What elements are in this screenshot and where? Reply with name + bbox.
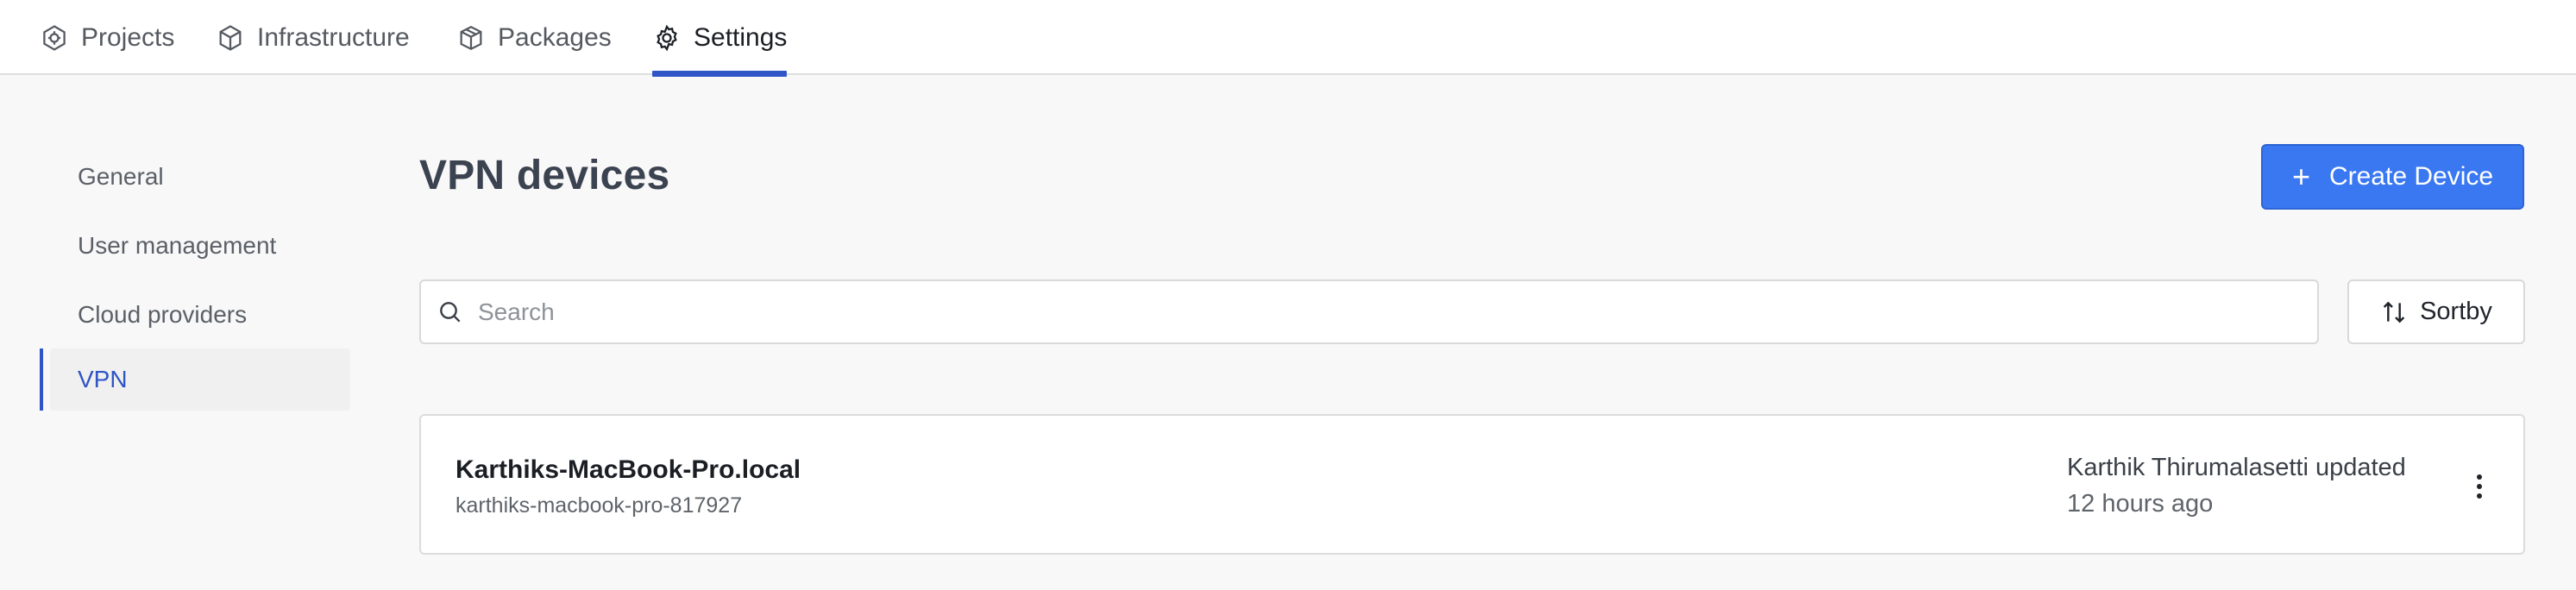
tab-projects-label: Projects bbox=[81, 22, 175, 52]
sort-button-label: Sortby bbox=[2420, 298, 2492, 325]
sidebar-item-user-management[interactable]: User management bbox=[40, 215, 350, 277]
tab-packages[interactable]: Packages bbox=[456, 0, 612, 75]
create-device-label: Create Device bbox=[2328, 162, 2494, 191]
search-input[interactable] bbox=[478, 286, 2317, 338]
device-updated-at: 12 hours ago bbox=[2067, 490, 2214, 518]
box-icon bbox=[460, 25, 482, 50]
sidebar-item-label: User management bbox=[78, 232, 277, 259]
page-title: VPN devices bbox=[419, 153, 670, 198]
sidebar-item-label: Cloud providers bbox=[78, 301, 248, 328]
sidebar-item-general[interactable]: General bbox=[40, 146, 350, 208]
plus-icon: + bbox=[2291, 159, 2310, 194]
search-icon bbox=[440, 301, 461, 323]
tab-settings[interactable]: Settings bbox=[652, 0, 788, 77]
tab-infrastructure-label: Infrastructure bbox=[257, 22, 410, 52]
kebab-menu-icon[interactable] bbox=[2462, 468, 2497, 505]
tab-settings-label: Settings bbox=[694, 22, 788, 52]
device-card[interactable]: Karthiks-MacBook-Pro.local karthiks-macb… bbox=[419, 414, 2525, 555]
sidebar-item-cloud-providers[interactable]: Cloud providers bbox=[40, 284, 350, 346]
sort-arrows-icon bbox=[2383, 301, 2405, 323]
active-tab-indicator bbox=[652, 71, 788, 77]
device-slug: karthiks-macbook-pro-817927 bbox=[456, 493, 743, 518]
sidebar-item-vpn[interactable]: VPN bbox=[50, 348, 350, 411]
sidebar-item-label: General bbox=[78, 163, 164, 190]
tab-infrastructure[interactable]: Infrastructure bbox=[216, 0, 410, 75]
device-name: Karthiks-MacBook-Pro.local bbox=[456, 455, 801, 484]
hexagon-gear-icon bbox=[43, 24, 66, 51]
sidebar-item-label: VPN bbox=[78, 366, 128, 392]
sidebar-active-indicator bbox=[40, 348, 43, 411]
gear-icon bbox=[657, 24, 677, 51]
sort-button[interactable]: Sortby bbox=[2347, 279, 2525, 344]
create-device-button[interactable]: + Create Device bbox=[2261, 144, 2524, 210]
device-updated-by: Karthik Thirumalasetti updated bbox=[2067, 454, 2406, 481]
search-box[interactable] bbox=[419, 279, 2319, 344]
cube-icon bbox=[219, 24, 242, 51]
tab-projects[interactable]: Projects bbox=[40, 0, 174, 75]
top-navigation: Projects Infrastructure Packages Setting… bbox=[0, 0, 2576, 77]
tab-packages-label: Packages bbox=[498, 22, 612, 52]
